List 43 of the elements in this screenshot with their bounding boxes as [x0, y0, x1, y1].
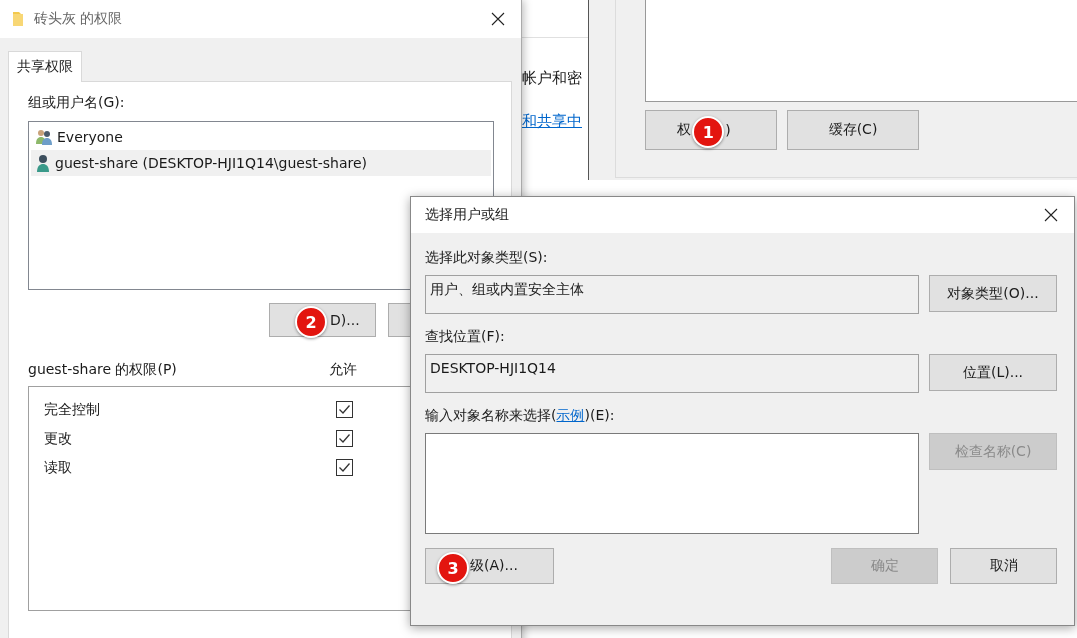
user-name: guest-share (DESKTOP-HJI1Q14\guest-share) — [55, 155, 367, 171]
checkbox[interactable] — [336, 401, 353, 418]
cancel-button[interactable]: 取消 — [950, 548, 1057, 584]
step-badge: 3 — [437, 552, 469, 584]
tab[interactable]: 共享权限 — [8, 51, 82, 82]
field-label: guest-share 的权限(P) — [28, 361, 178, 379]
permission-name: 完全控制 — [44, 400, 101, 419]
text-field[interactable]: DESKTOP-HJI1Q14 — [425, 354, 919, 393]
permission-name: 读取 — [44, 458, 73, 477]
advanced-button[interactable]: 3 级(A)... — [425, 548, 554, 584]
dialog-button[interactable]: 缓存(C) — [787, 110, 919, 150]
field-label: 组或用户名(G): — [28, 94, 126, 112]
field-label: 查找位置(F): — [425, 328, 506, 346]
link[interactable]: 和共享中 — [522, 112, 588, 131]
checkmark-icon — [338, 461, 351, 474]
link[interactable]: 示例 — [556, 407, 585, 423]
dialog-button[interactable]: 对象类型(O)... — [929, 275, 1057, 312]
step-badge: 2 — [295, 306, 327, 338]
field-label: 选择此对象类型(S): — [425, 249, 549, 267]
step-badge: 1 — [692, 116, 725, 148]
input-field[interactable] — [425, 433, 919, 534]
checkbox[interactable] — [336, 430, 353, 447]
window-title: 砖头灰 的权限 — [34, 10, 124, 28]
list-item[interactable]: Everyone — [31, 124, 491, 150]
column-header: 允许 — [329, 361, 357, 379]
checkmark-icon — [338, 432, 351, 445]
users-icon — [35, 129, 53, 145]
close-icon — [1044, 208, 1058, 222]
user-name: Everyone — [57, 129, 123, 145]
add-button[interactable]: 2 D)... — [269, 303, 376, 337]
window-title: 选择用户或组 — [425, 206, 510, 224]
folder-icon — [12, 11, 24, 27]
dialog-button[interactable]: 权 1 ) — [645, 110, 777, 150]
dialog-button[interactable]: 位置(L)... — [929, 354, 1057, 391]
text-field[interactable]: 用户、组或内置安全主体 — [425, 275, 919, 314]
description-text: 帐户和密 — [522, 69, 583, 88]
list-item[interactable]: guest-share (DESKTOP-HJI1Q14\guest-share) — [31, 150, 491, 176]
close-icon — [491, 12, 505, 26]
checkbox[interactable] — [336, 459, 353, 476]
permission-name: 更改 — [44, 429, 73, 448]
checkmark-icon — [338, 403, 351, 416]
field-label: 输入对象名称来选择(示例)(E): — [425, 407, 616, 425]
user-icon — [35, 154, 51, 172]
